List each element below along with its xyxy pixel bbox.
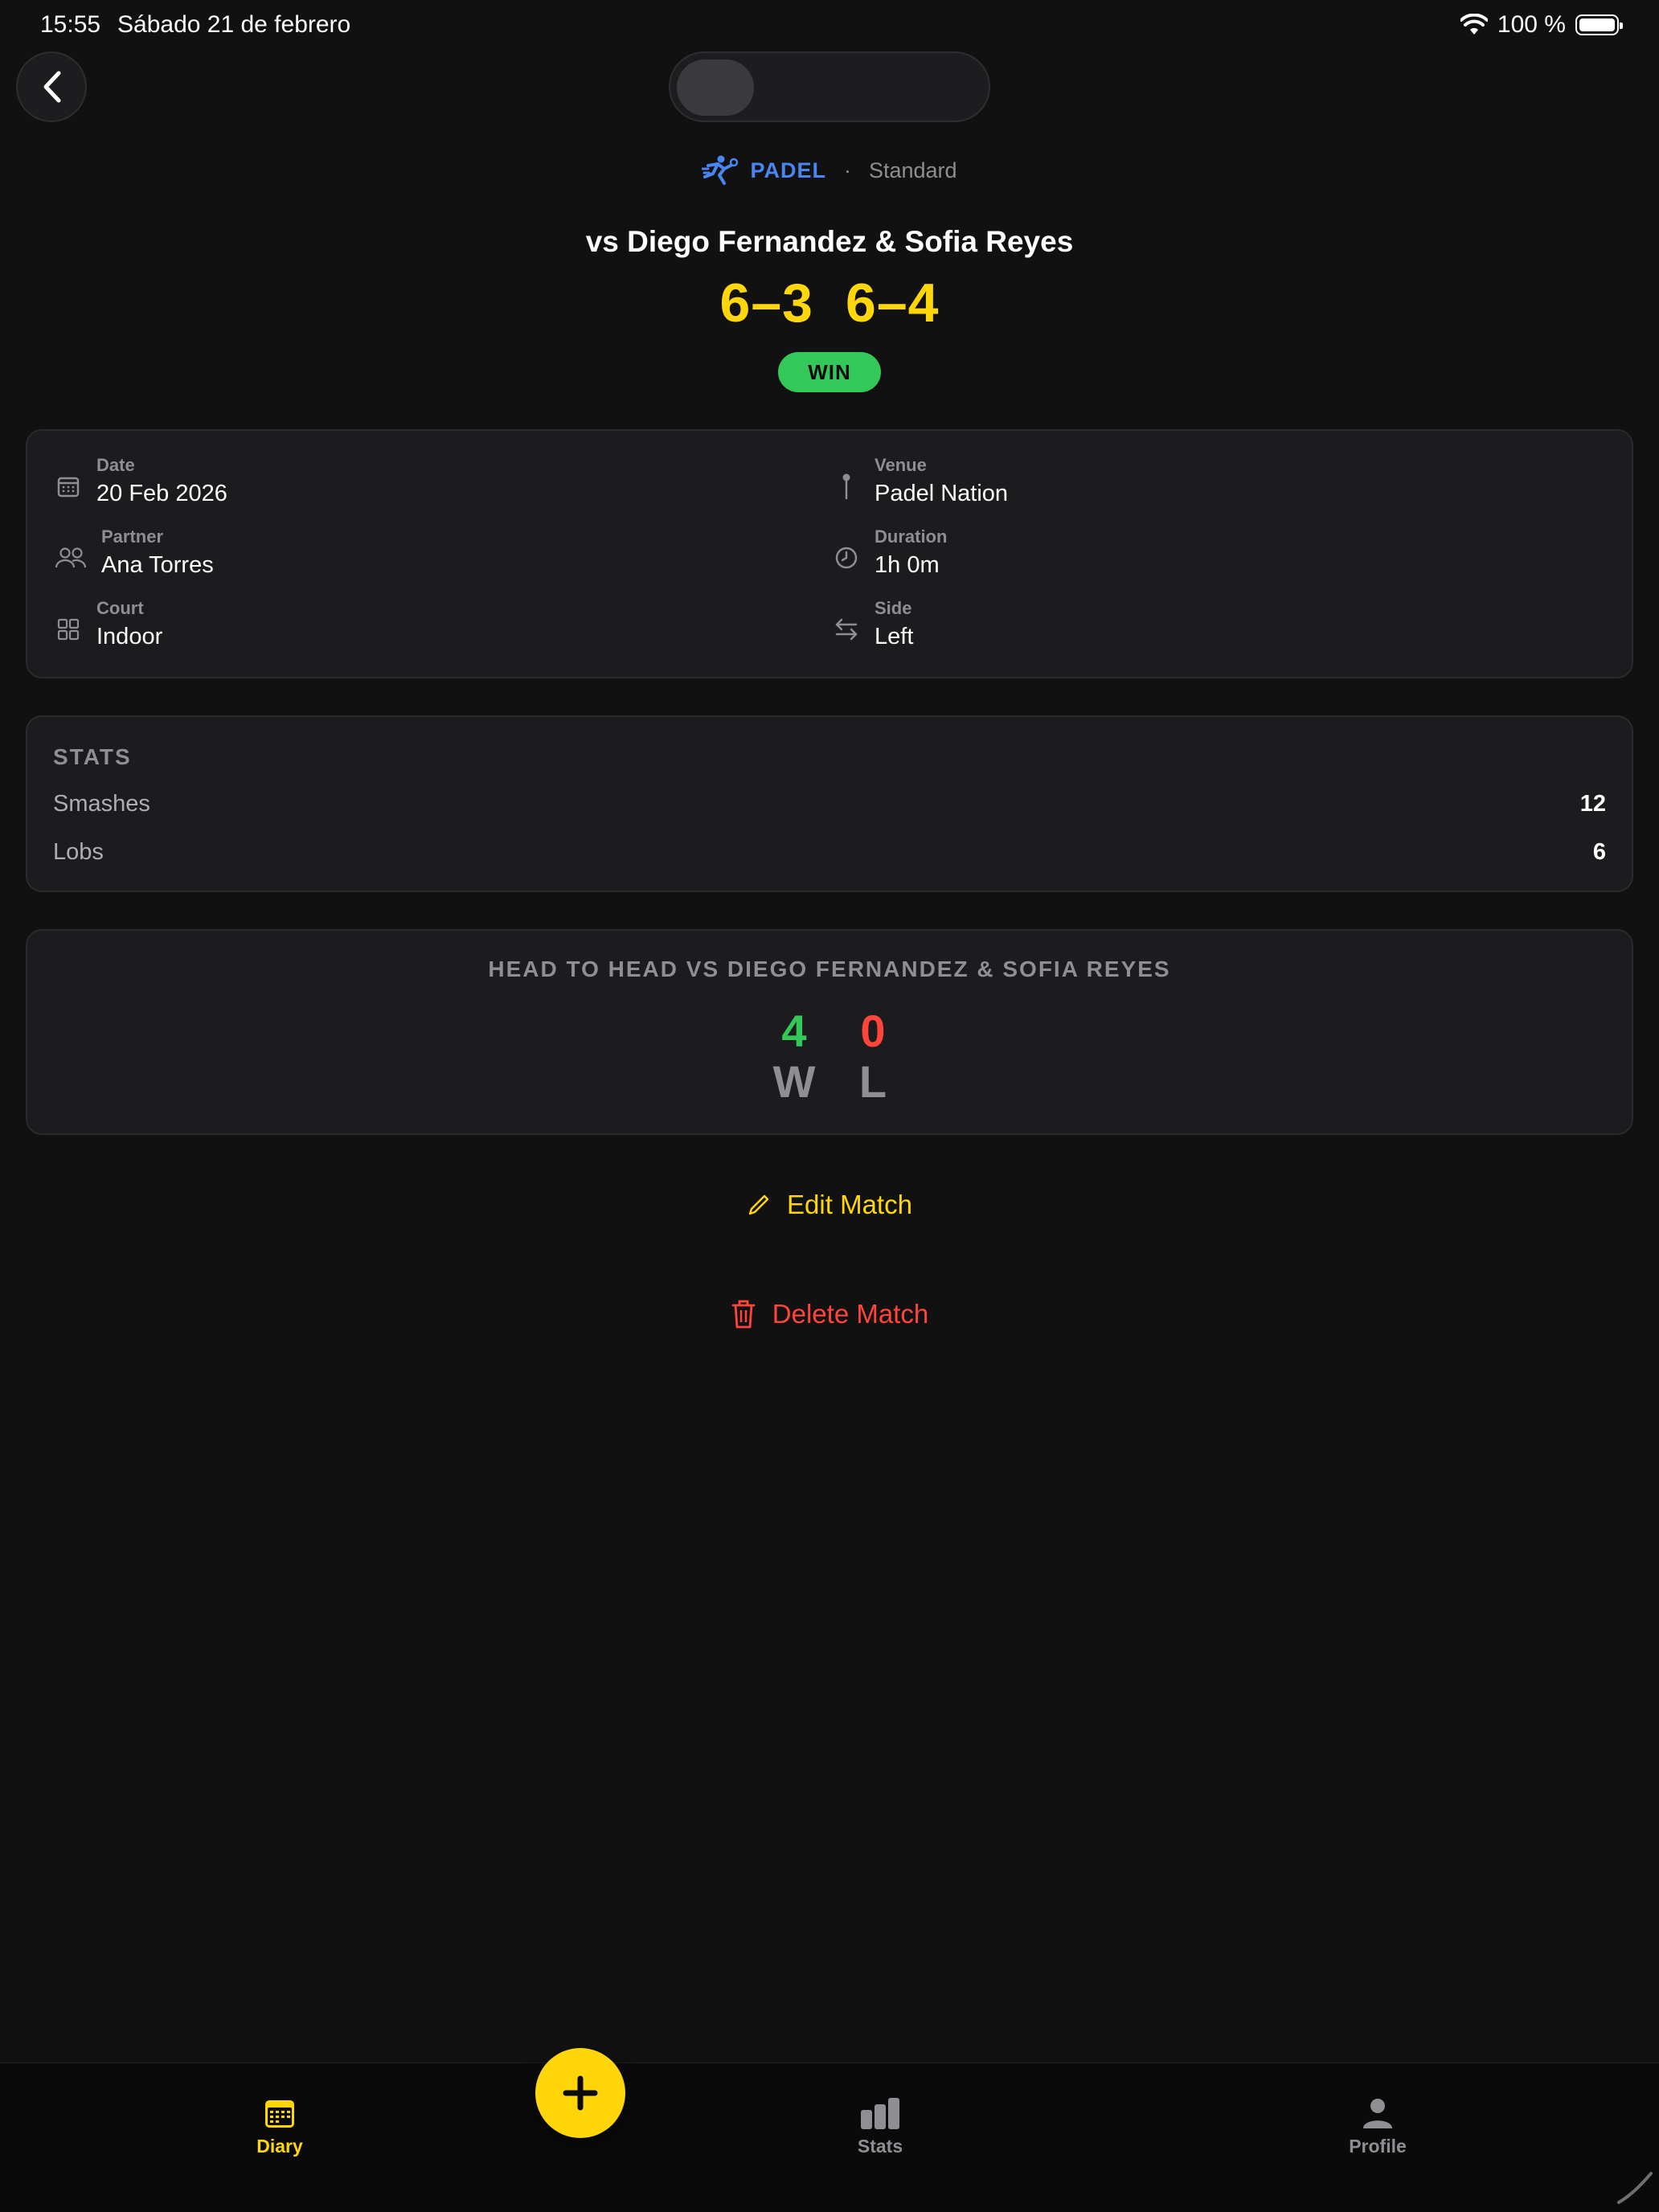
edit-match-label: Edit Match	[787, 1190, 912, 1219]
padel-player-icon	[702, 155, 739, 185]
duration-value: 1h 0m	[875, 552, 940, 578]
stats-heading: STATS	[53, 744, 132, 769]
top-segmented-toggle[interactable]	[669, 51, 990, 122]
status-time: 15:55	[40, 11, 101, 38]
set-score-1: 6–3	[719, 272, 813, 334]
h2h-losses-label: L	[858, 1056, 887, 1107]
side-label: Side	[875, 598, 912, 618]
tab-bar: Diary Stats Profile	[0, 2062, 1659, 2212]
add-match-button[interactable]	[535, 2048, 625, 2138]
info-date: Date 20 Feb 2026	[55, 455, 227, 507]
venue-label: Venue	[875, 455, 927, 475]
bar-chart-icon	[861, 2098, 899, 2129]
swap-arrows-icon	[835, 618, 858, 641]
toggle-knob[interactable]	[677, 59, 754, 116]
tab-stats-label: Stats	[857, 2136, 903, 2157]
h2h-wins-label: W	[772, 1056, 816, 1107]
plus-icon	[563, 2075, 598, 2111]
stat-label: Lobs	[53, 839, 104, 865]
stat-row-smashes: Smashes 12	[53, 791, 1606, 817]
partner-label: Partner	[101, 526, 164, 547]
h2h-losses-count: 0	[860, 1006, 886, 1056]
grid-icon	[57, 618, 80, 641]
set-score-2: 6–4	[846, 272, 940, 334]
pin-icon	[842, 473, 850, 500]
delete-match-button[interactable]: Delete Match	[0, 1299, 1659, 1329]
stat-label: Smashes	[53, 791, 150, 817]
stats-card: STATS Smashes 12 Lobs 6	[26, 715, 1633, 892]
status-bar: 15:55 Sábado 21 de febrero 100 %	[0, 0, 1659, 51]
tab-profile[interactable]: Profile	[1297, 2089, 1458, 2157]
stat-row-lobs: Lobs 6	[53, 839, 1606, 866]
result-badge: WIN	[778, 352, 881, 392]
edit-match-button[interactable]: Edit Match	[0, 1190, 1659, 1220]
head-to-head-heading: HEAD TO HEAD VS DIEGO FERNANDEZ & SOFIA …	[488, 956, 1171, 981]
h2h-wins: 4 W	[762, 1005, 826, 1107]
chevron-left-icon	[43, 71, 61, 103]
stat-value: 12	[1579, 791, 1606, 817]
info-side: Side Left	[833, 598, 913, 650]
status-indicators: 100 %	[1460, 11, 1623, 39]
opponent-title: vs Diego Fernandez & Sofia Reyes	[585, 225, 1074, 258]
tab-stats[interactable]: Stats	[800, 2089, 961, 2157]
separator-dot: ·	[843, 158, 851, 182]
h2h-losses: 0 L	[841, 1005, 905, 1107]
match-detail-screen: 15:55 Sábado 21 de febrero 100 % PADEL ·…	[0, 0, 1659, 2212]
clock-icon	[835, 547, 858, 569]
tab-profile-label: Profile	[1349, 2136, 1407, 2157]
partner-value: Ana Torres	[101, 552, 214, 578]
score-row: 6–3 6–4	[0, 272, 1659, 334]
court-label: Court	[96, 598, 144, 618]
scroll-indicator-icon	[1617, 2172, 1653, 2204]
h2h-wins-count: 4	[781, 1006, 807, 1056]
info-venue: Venue Padel Nation	[833, 455, 1008, 507]
sport-label: PADEL	[750, 158, 826, 182]
info-partner: Partner Ana Torres	[55, 526, 214, 579]
date-value: 20 Feb 2026	[96, 481, 227, 506]
venue-value: Padel Nation	[875, 481, 1009, 506]
duration-label: Duration	[875, 526, 948, 547]
trash-icon	[731, 1300, 756, 1329]
calendar-icon	[265, 2100, 294, 2128]
wifi-icon	[1460, 14, 1488, 35]
stat-value: 6	[1592, 839, 1606, 865]
head-to-head-card: HEAD TO HEAD VS DIEGO FERNANDEZ & SOFIA …	[26, 929, 1633, 1135]
person-icon	[1363, 2099, 1392, 2128]
court-value: Indoor	[96, 624, 163, 649]
people-icon	[55, 547, 87, 568]
battery-percent: 100 %	[1497, 11, 1566, 38]
tab-diary[interactable]: Diary	[199, 2089, 360, 2157]
info-court: Court Indoor	[55, 598, 162, 650]
battery-icon	[1575, 14, 1623, 35]
sport-row: PADEL · Standard	[0, 154, 1659, 186]
calendar-icon	[57, 477, 80, 498]
pencil-icon	[748, 1194, 769, 1215]
tab-diary-label: Diary	[256, 2136, 303, 2157]
match-format: Standard	[868, 158, 957, 182]
match-info-card: Date 20 Feb 2026 Venue Padel Nation Part…	[26, 429, 1633, 678]
info-duration: Duration 1h 0m	[833, 526, 947, 579]
delete-match-label: Delete Match	[772, 1299, 929, 1329]
side-value: Left	[875, 624, 914, 649]
date-label: Date	[96, 455, 135, 475]
status-date: Sábado 21 de febrero	[117, 11, 351, 38]
back-button[interactable]	[16, 51, 87, 122]
